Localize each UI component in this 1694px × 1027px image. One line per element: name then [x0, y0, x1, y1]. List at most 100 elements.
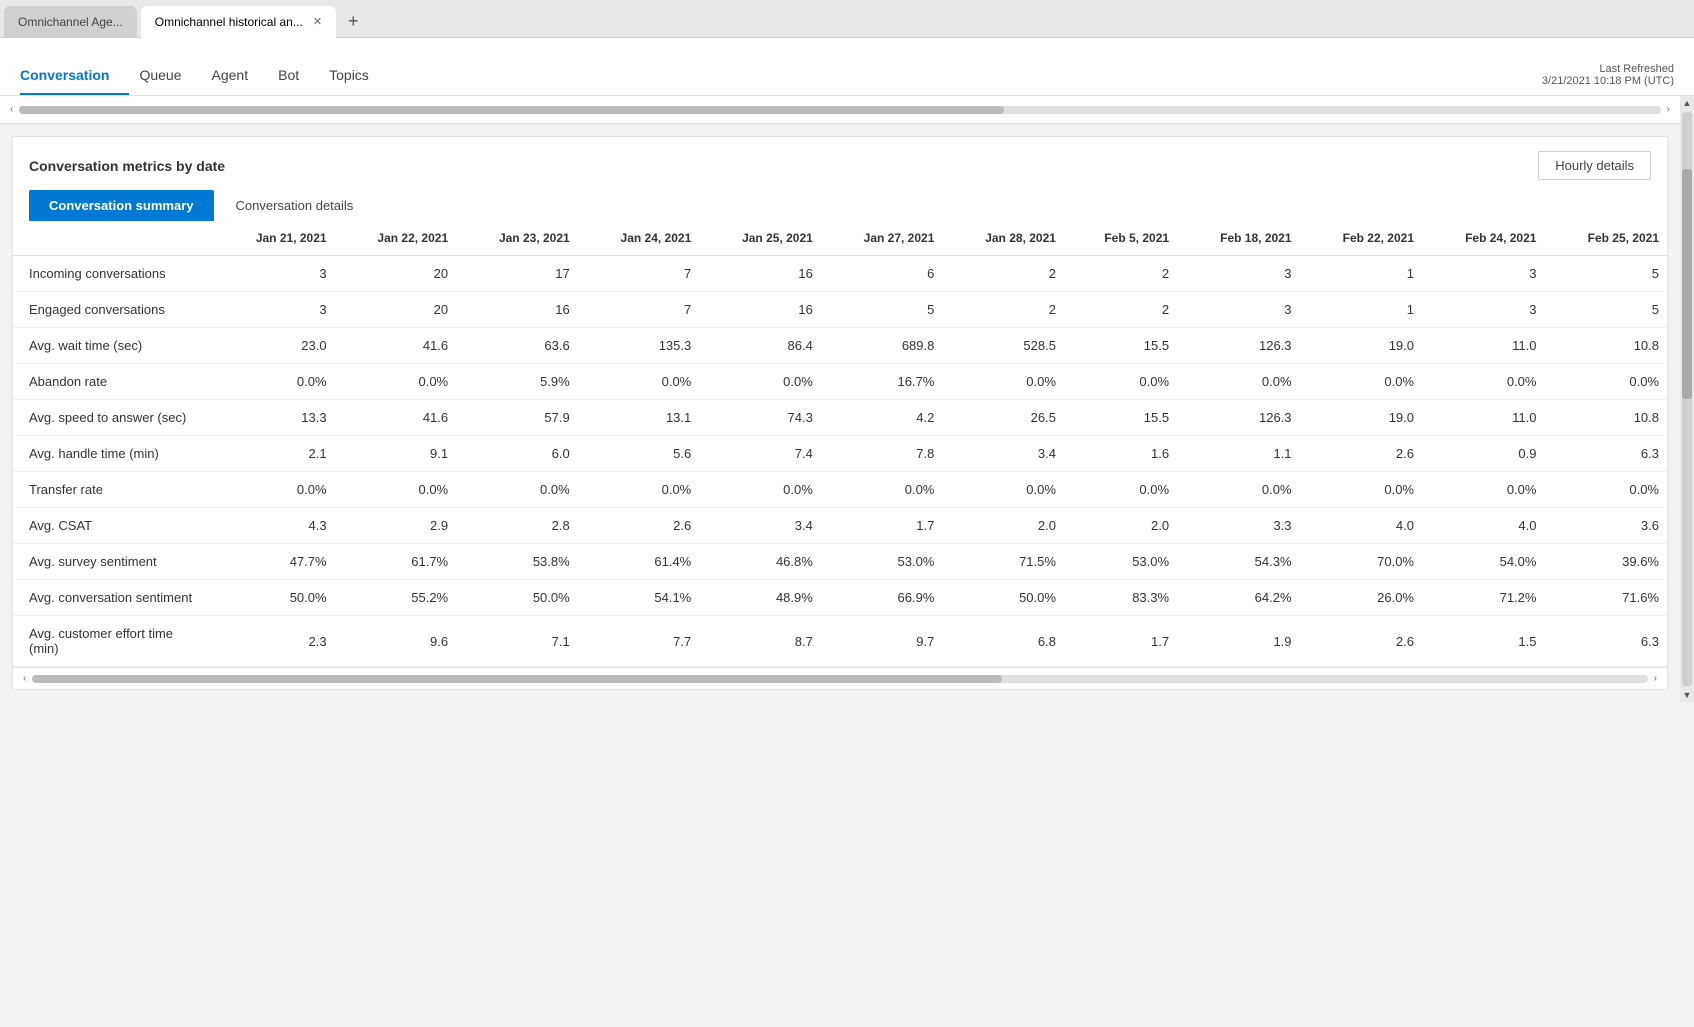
cell-value: 2.0 — [942, 508, 1064, 544]
cell-value: 86.4 — [699, 328, 821, 364]
cell-value: 3 — [1177, 256, 1299, 292]
metrics-table: Jan 21, 2021 Jan 22, 2021 Jan 23, 2021 J… — [13, 221, 1667, 667]
right-scrollbar[interactable]: ▲ ▼ — [1680, 96, 1694, 702]
cell-value: 6 — [821, 256, 943, 292]
scroll-up-arrow[interactable]: ▲ — [1680, 96, 1694, 110]
cell-value: 71.5% — [942, 544, 1064, 580]
cell-value: 71.6% — [1544, 580, 1667, 616]
browser-tab-1[interactable]: Omnichannel Age... — [4, 6, 137, 38]
cell-value: 9.7 — [821, 616, 943, 667]
metric-label: Avg. handle time (min) — [13, 436, 213, 472]
nav-tab-bot[interactable]: Bot — [278, 38, 319, 95]
sub-tab-bar: Conversation summary Conversation detail… — [13, 190, 1667, 221]
top-scrollbar[interactable]: ‹ › — [0, 96, 1680, 124]
bottom-scroll-left-arrow[interactable]: ‹ — [23, 673, 26, 684]
nav-tab-topics[interactable]: Topics — [329, 38, 389, 95]
table-row: Avg. CSAT4.32.92.82.63.41.72.02.03.34.04… — [13, 508, 1667, 544]
scroll-left-arrow[interactable]: ‹ — [10, 104, 13, 115]
cell-value: 19.0 — [1300, 328, 1422, 364]
cell-value: 26.0% — [1300, 580, 1422, 616]
cell-value: 3.3 — [1177, 508, 1299, 544]
scroll-track-top[interactable] — [19, 106, 1660, 114]
sub-tab-details[interactable]: Conversation details — [216, 190, 374, 221]
cell-value: 53.0% — [821, 544, 943, 580]
sub-tab-summary[interactable]: Conversation summary — [29, 190, 214, 221]
cell-value: 5 — [1544, 256, 1667, 292]
cell-value: 46.8% — [699, 544, 821, 580]
cell-value: 0.0% — [942, 364, 1064, 400]
scroll-down-arrow[interactable]: ▼ — [1680, 688, 1694, 702]
cell-value: 5.9% — [456, 364, 578, 400]
cell-value: 0.0% — [942, 472, 1064, 508]
cell-value: 13.1 — [578, 400, 700, 436]
cell-value: 0.0% — [1177, 364, 1299, 400]
table-row: Avg. handle time (min)2.19.16.05.67.47.8… — [13, 436, 1667, 472]
col-header-9: Feb 22, 2021 — [1300, 221, 1422, 256]
metric-label: Avg. speed to answer (sec) — [13, 400, 213, 436]
cell-value: 6.3 — [1544, 436, 1667, 472]
cell-value: 2.6 — [578, 508, 700, 544]
cell-value: 11.0 — [1422, 400, 1544, 436]
cell-value: 0.0% — [578, 472, 700, 508]
nav-tab-queue[interactable]: Queue — [139, 38, 201, 95]
metric-label: Avg. conversation sentiment — [13, 580, 213, 616]
scroll-right-arrow[interactable]: › — [1667, 104, 1670, 115]
col-header-6: Jan 28, 2021 — [942, 221, 1064, 256]
close-icon[interactable]: ✕ — [313, 15, 322, 28]
cell-value: 1.9 — [1177, 616, 1299, 667]
hourly-details-button[interactable]: Hourly details — [1538, 151, 1651, 180]
tab2-label: Omnichannel historical an... — [155, 15, 303, 29]
cell-value: 6.0 — [456, 436, 578, 472]
metrics-card: Conversation metrics by date Hourly deta… — [12, 136, 1668, 690]
table-row: Transfer rate0.0%0.0%0.0%0.0%0.0%0.0%0.0… — [13, 472, 1667, 508]
cell-value: 3 — [1422, 292, 1544, 328]
cell-value: 26.5 — [942, 400, 1064, 436]
cell-value: 2 — [1064, 256, 1177, 292]
cell-value: 0.0% — [1064, 472, 1177, 508]
new-tab-button[interactable]: + — [342, 9, 365, 34]
data-table-wrapper: Jan 21, 2021 Jan 22, 2021 Jan 23, 2021 J… — [13, 221, 1667, 667]
browser-tab-2[interactable]: Omnichannel historical an... ✕ — [141, 6, 336, 38]
scroll-track-bottom[interactable] — [32, 675, 1647, 683]
col-header-2: Jan 23, 2021 — [456, 221, 578, 256]
cell-value: 71.2% — [1422, 580, 1544, 616]
metric-label: Incoming conversations — [13, 256, 213, 292]
metric-label: Avg. CSAT — [13, 508, 213, 544]
cell-value: 9.1 — [335, 436, 457, 472]
metric-label: Transfer rate — [13, 472, 213, 508]
cell-value: 0.0% — [1544, 472, 1667, 508]
bottom-scrollbar[interactable]: ‹ › — [13, 667, 1667, 689]
main-nav: Conversation Queue Agent Bot Topics — [20, 38, 399, 95]
tab1-label: Omnichannel Age... — [18, 15, 123, 29]
cell-value: 0.0% — [578, 364, 700, 400]
nav-tab-conversation[interactable]: Conversation — [20, 38, 129, 95]
cell-value: 0.0% — [1422, 364, 1544, 400]
col-header-3: Jan 24, 2021 — [578, 221, 700, 256]
table-row: Avg. survey sentiment47.7%61.7%53.8%61.4… — [13, 544, 1667, 580]
card-header: Conversation metrics by date Hourly deta… — [13, 137, 1667, 190]
cell-value: 528.5 — [942, 328, 1064, 364]
cell-value: 126.3 — [1177, 400, 1299, 436]
cell-value: 7 — [578, 292, 700, 328]
scrollbar-track-vertical[interactable] — [1682, 112, 1692, 686]
metric-label: Avg. survey sentiment — [13, 544, 213, 580]
table-header-row: Jan 21, 2021 Jan 22, 2021 Jan 23, 2021 J… — [13, 221, 1667, 256]
cell-value: 41.6 — [335, 400, 457, 436]
cell-value: 0.9 — [1422, 436, 1544, 472]
cell-value: 8.7 — [699, 616, 821, 667]
bottom-scroll-right-arrow[interactable]: › — [1654, 673, 1657, 684]
cell-value: 0.0% — [1177, 472, 1299, 508]
cell-value: 64.2% — [1177, 580, 1299, 616]
cell-value: 2 — [942, 256, 1064, 292]
cell-value: 11.0 — [1422, 328, 1544, 364]
cell-value: 55.2% — [335, 580, 457, 616]
cell-value: 10.8 — [1544, 328, 1667, 364]
cell-value: 4.2 — [821, 400, 943, 436]
table-row: Avg. wait time (sec)23.041.663.6135.386.… — [13, 328, 1667, 364]
cell-value: 16.7% — [821, 364, 943, 400]
scrollbar-thumb-vertical — [1682, 169, 1692, 399]
nav-tab-agent[interactable]: Agent — [212, 38, 269, 95]
cell-value: 15.5 — [1064, 400, 1177, 436]
cell-value: 0.0% — [1300, 364, 1422, 400]
metric-column-header — [13, 221, 213, 256]
